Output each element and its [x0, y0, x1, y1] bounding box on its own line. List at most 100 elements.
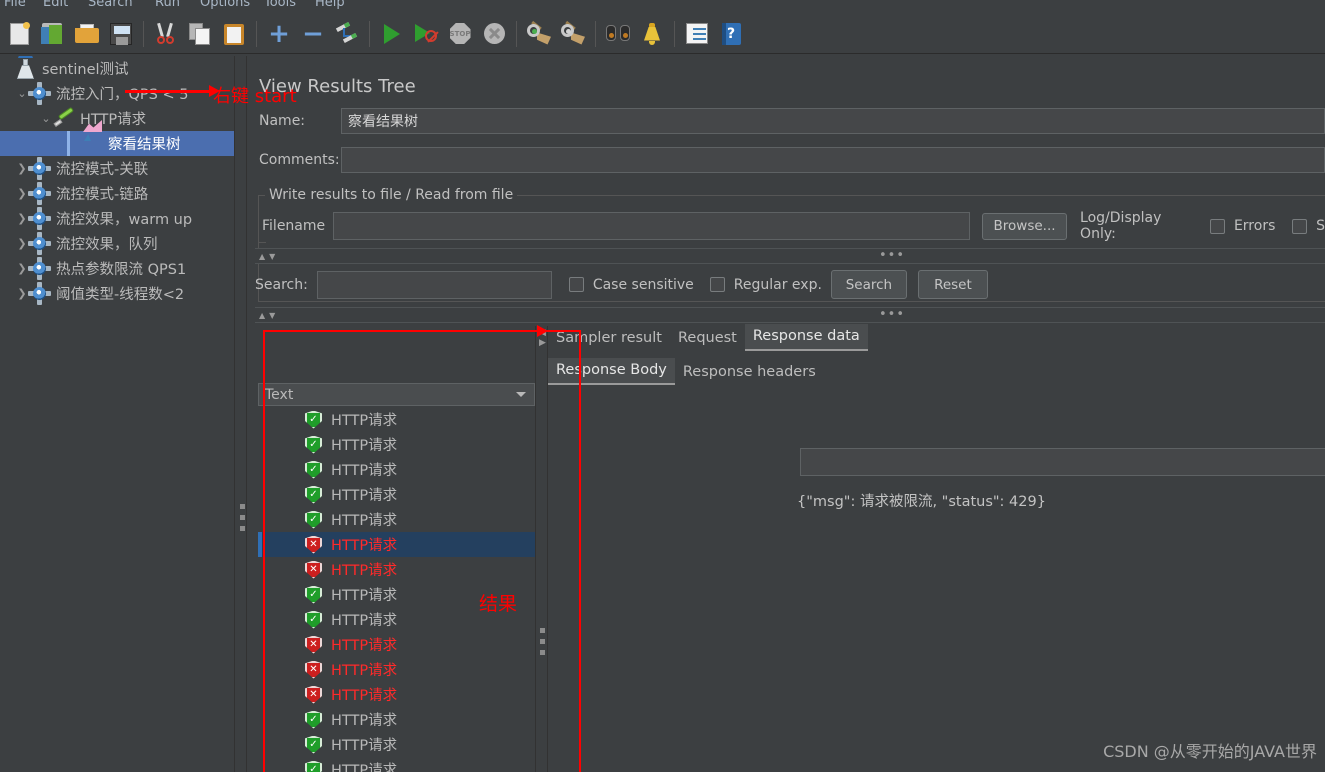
list-item-label: HTTP请求	[331, 638, 398, 654]
chevron-down-icon[interactable]	[516, 392, 526, 397]
list-item-label: HTTP请求	[331, 688, 398, 704]
case-sensitive-checkbox[interactable]	[568, 277, 584, 292]
tree-item-label: sentinel测试	[42, 62, 129, 78]
menu-file[interactable]: File	[4, 0, 26, 10]
errors-checkbox[interactable]	[1210, 218, 1225, 234]
tree-item-http-request[interactable]: ⌄ HTTP请求	[0, 106, 234, 131]
name-label: Name:	[259, 113, 306, 129]
renderer-combobox[interactable]: Text	[258, 383, 535, 406]
list-item[interactable]: ✓ HTTP请求	[258, 757, 535, 772]
chevron-down-icon[interactable]: ⌄	[38, 112, 54, 125]
list-item[interactable]: ✓ HTTP请求	[258, 507, 535, 532]
list-item-selected[interactable]: ✕ HTTP请求	[258, 532, 535, 557]
browse-button[interactable]: Browse...	[982, 212, 1068, 240]
test-plan-tree[interactable]: sentinel测试 ⌄ 流控入门，QPS < 5 ⌄ HTTP请求 察看结果树…	[0, 56, 234, 772]
function-helper-icon[interactable]	[680, 17, 714, 51]
results-detail-splitter[interactable]	[535, 326, 548, 772]
name-input[interactable]: 察看结果树	[341, 108, 1325, 134]
filename-row: Filename Browse... Log/Display Only: Err…	[262, 210, 1325, 242]
subtab-response-headers[interactable]: Response headers	[675, 360, 824, 385]
new-icon[interactable]	[2, 17, 36, 51]
scroll-right-icon[interactable]: ▶	[539, 338, 546, 348]
tree-item-flow-control-intro[interactable]: ⌄ 流控入门，QPS < 5	[0, 81, 234, 106]
success-shield-icon: ✓	[305, 435, 322, 454]
tree-item-hotspot-param-qps1[interactable]: ❯ 热点参数限流 QPS1	[0, 256, 234, 281]
stop-icon[interactable]: STOP	[443, 17, 477, 51]
comments-row: Comments:	[259, 147, 1325, 173]
success-shield-icon: ✓	[305, 760, 322, 772]
toggle-icon[interactable]	[330, 17, 364, 51]
clear-all-icon[interactable]	[556, 17, 590, 51]
collapse-up-icon[interactable]: ▲	[259, 252, 265, 261]
tree-item-flow-effect-queue[interactable]: ❯ 流控效果，队列	[0, 231, 234, 256]
find-input[interactable]	[800, 448, 1325, 476]
tree-panel-splitter[interactable]	[234, 56, 247, 772]
tree-item-sentinel-test[interactable]: sentinel测试	[0, 56, 234, 81]
toolstrip-overflow-icon[interactable]: •••	[879, 308, 905, 321]
tree-item-view-results-tree[interactable]: 察看结果树	[0, 120, 234, 156]
reset-search-icon[interactable]	[635, 17, 669, 51]
list-item[interactable]: ✕ HTTP请求	[258, 682, 535, 707]
menu-help[interactable]: Help	[315, 0, 345, 10]
search-binoculars-icon[interactable]	[601, 17, 635, 51]
list-item[interactable]: ✕ HTTP请求	[258, 632, 535, 657]
regular-exp-checkbox[interactable]	[709, 277, 725, 292]
list-item[interactable]: ✕ HTTP请求	[258, 657, 535, 682]
list-item[interactable]: ✓ HTTP请求	[258, 407, 535, 432]
annotation-box-arrow-head	[537, 325, 548, 337]
list-item-label: HTTP请求	[331, 763, 398, 772]
menu-tools[interactable]: Tools	[264, 0, 296, 10]
detail-subtabbar[interactable]: Response Body Response headers	[548, 358, 824, 385]
shutdown-icon[interactable]	[477, 17, 511, 51]
list-item[interactable]: ✓ HTTP请求	[258, 707, 535, 732]
search-input[interactable]	[316, 270, 552, 299]
detail-tabbar[interactable]: Sampler result Request Response data	[548, 324, 868, 351]
tree-item-label: 流控模式-链路	[56, 187, 149, 203]
expand-all-icon[interactable]: +	[262, 17, 296, 51]
expand-down-icon[interactable]: ▼	[269, 311, 275, 320]
copy-icon[interactable]	[183, 17, 217, 51]
toolstrip-overflow-icon[interactable]: •••	[879, 249, 905, 262]
menu-search[interactable]: Search	[88, 0, 133, 10]
toolstrip-upper: ▲ ▼ •••	[255, 248, 1325, 264]
clear-icon[interactable]	[522, 17, 556, 51]
tree-item-threshold-type-threads[interactable]: ❯ 阈值类型-线程数<2	[0, 281, 234, 306]
start-icon[interactable]	[375, 17, 409, 51]
expand-down-icon[interactable]: ▼	[269, 252, 275, 261]
splitter-grip[interactable]	[240, 504, 245, 537]
collapse-up-icon[interactable]: ▲	[259, 311, 265, 320]
toolbar-separator	[369, 20, 370, 47]
cut-icon[interactable]	[149, 17, 183, 51]
save-icon[interactable]	[104, 17, 138, 51]
reset-button[interactable]: Reset	[917, 270, 988, 299]
splitter-grip[interactable]	[540, 628, 545, 655]
paste-icon[interactable]	[217, 17, 251, 51]
subtab-response-body[interactable]: Response Body	[548, 358, 675, 385]
list-item[interactable]: ✓ HTTP请求	[258, 732, 535, 757]
tab-request[interactable]: Request	[670, 326, 745, 351]
tree-item-flow-effect-warmup[interactable]: ❯ 流控效果，warm up	[0, 206, 234, 231]
open-icon[interactable]	[70, 17, 104, 51]
menu-run[interactable]: Run	[155, 0, 180, 10]
list-item-label: HTTP请求	[331, 713, 398, 729]
list-item[interactable]: ✓ HTTP请求	[258, 432, 535, 457]
menu-edit[interactable]: Edit	[43, 0, 68, 10]
successes-checkbox[interactable]	[1292, 218, 1308, 234]
search-button[interactable]: Search	[830, 270, 907, 299]
annotation-box-top	[263, 330, 581, 332]
menu-options[interactable]: Options	[200, 0, 250, 10]
filename-input[interactable]	[332, 212, 971, 240]
comments-input[interactable]	[341, 147, 1325, 173]
templates-icon[interactable]	[36, 17, 70, 51]
tree-item-flow-mode-association[interactable]: ❯ 流控模式-关联	[0, 156, 234, 181]
list-item[interactable]: ✓ HTTP请求	[258, 457, 535, 482]
regular-exp-label: Regular exp.	[733, 276, 822, 293]
groupbox-line-right	[512, 195, 1325, 196]
collapse-all-icon[interactable]: −	[296, 17, 330, 51]
help-icon[interactable]: ?	[714, 17, 748, 51]
tab-response-data[interactable]: Response data	[744, 324, 868, 351]
list-item[interactable]: ✓ HTTP请求	[258, 482, 535, 507]
tree-item-flow-mode-chain[interactable]: ❯ 流控模式-链路	[0, 181, 234, 206]
start-no-pauses-icon[interactable]	[409, 17, 443, 51]
list-item[interactable]: ✕ HTTP请求	[258, 557, 535, 582]
